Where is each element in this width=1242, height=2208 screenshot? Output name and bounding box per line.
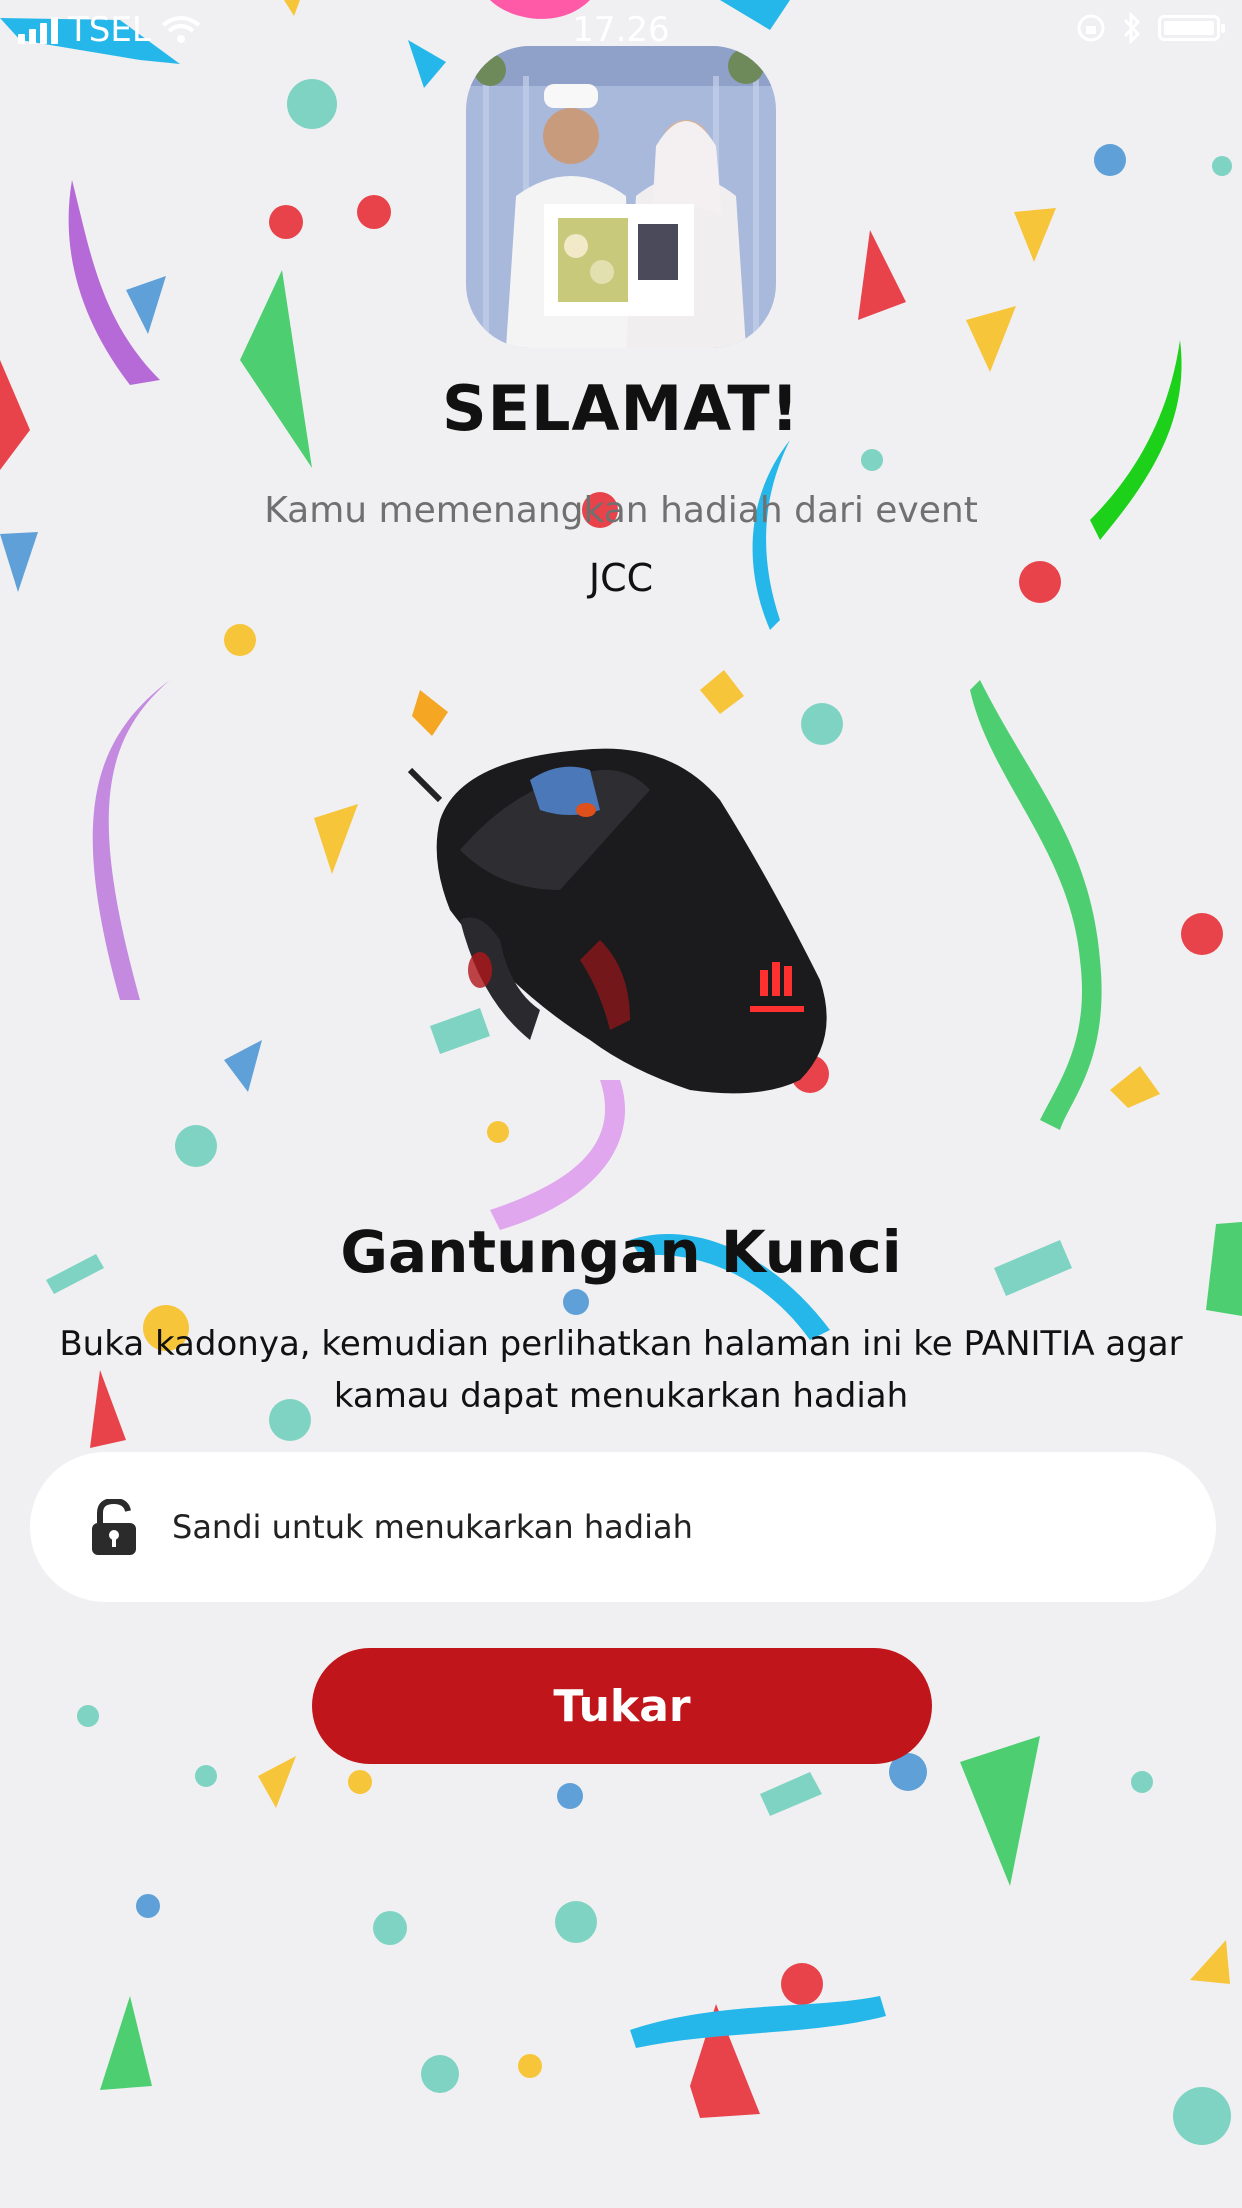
event-photo (466, 46, 776, 348)
prize-image (400, 740, 860, 1120)
congrats-title: SELAMAT! (442, 372, 800, 445)
unlocked-padlock-icon (92, 1499, 136, 1555)
password-field[interactable] (30, 1452, 1216, 1602)
battery-icon (1158, 15, 1225, 41)
rotation-lock-icon (1077, 14, 1105, 42)
bluetooth-icon (1123, 12, 1141, 44)
redeem-button[interactable]: Tukar (312, 1648, 932, 1764)
prize-subtitle: Kamu memenangkan hadiah dari event (264, 490, 978, 531)
password-input[interactable] (170, 1507, 1074, 1547)
prize-name: Gantungan Kunci (340, 1218, 902, 1286)
redeem-instructions: Buka kadonya, kemudian perlihatkan halam… (59, 1324, 1183, 1416)
event-name: JCC (588, 556, 654, 600)
status-time: 17.26 (572, 10, 670, 50)
